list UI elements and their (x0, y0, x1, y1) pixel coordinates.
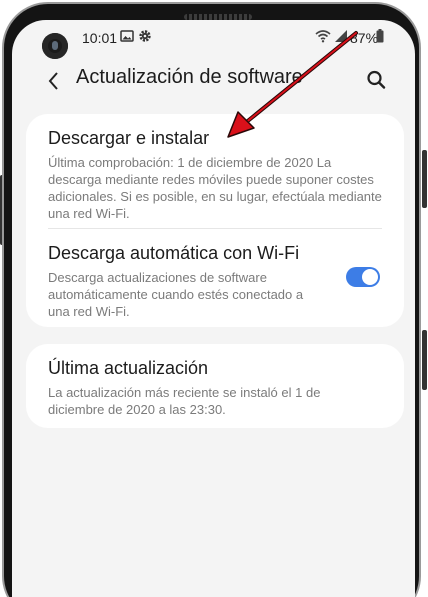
last-update-title: Última actualización (48, 358, 209, 378)
power-button (422, 150, 427, 208)
auto-download-item[interactable]: Descarga automática con Wi-Fi Descarga a… (26, 229, 404, 327)
app-header: Actualización de software (12, 58, 415, 108)
auto-download-title: Descarga automática con Wi-Fi (48, 243, 300, 263)
battery-percentage: 87% (350, 30, 379, 46)
download-install-title: Descargar e instalar (48, 128, 210, 148)
gear-icon (138, 29, 152, 48)
search-button[interactable] (364, 67, 388, 93)
settings-card-download: Descargar e instalar Última comprobación… (26, 114, 404, 327)
status-bar: 10:01 87% (12, 20, 415, 59)
back-button[interactable] (42, 66, 66, 96)
phone-screen: 10:01 87% Actualización de software Desc… (12, 20, 415, 597)
image-icon (120, 29, 134, 48)
status-time: 10:01 (82, 30, 118, 46)
settings-card-last-update: Última actualización La actualización má… (26, 344, 404, 428)
signal-icon (334, 29, 348, 48)
search-icon (367, 70, 386, 89)
side-key (422, 330, 427, 390)
screenshot-stage: 10:01 87% Actualización de software Desc… (0, 0, 428, 597)
back-arrow-icon (48, 72, 58, 90)
auto-download-subtitle: Descarga actualizaciones de software aut… (48, 270, 304, 319)
toggle-knob (362, 269, 378, 285)
last-update-subtitle: La actualización más reciente se instaló… (48, 385, 321, 417)
wifi-icon (315, 29, 331, 48)
front-camera (42, 33, 68, 59)
download-install-subtitle: Última comprobación: 1 de diciembre de 2… (48, 155, 382, 221)
last-update-item[interactable]: Última actualización La actualización má… (26, 344, 404, 428)
page-title: Actualización de software (76, 66, 303, 88)
download-install-item[interactable]: Descargar e instalar Última comprobación… (26, 114, 404, 228)
auto-download-toggle[interactable] (346, 267, 380, 287)
battery-icon (376, 29, 384, 48)
